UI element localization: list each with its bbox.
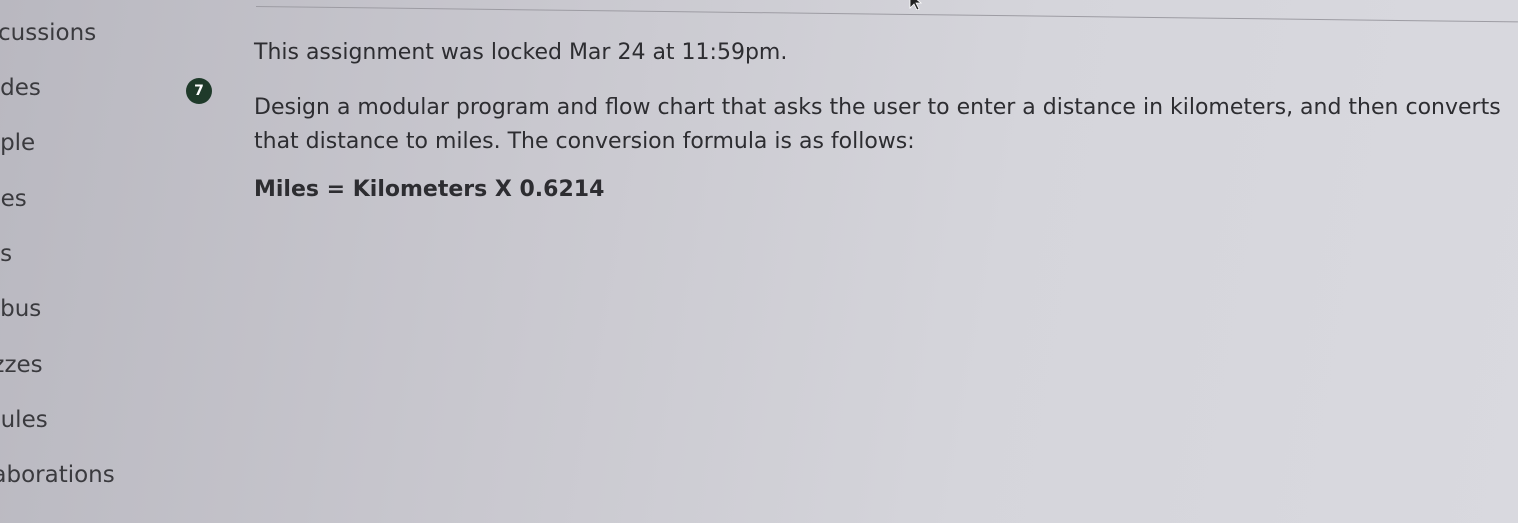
conversion-formula: Miles = Kilometers X 0.6214	[254, 177, 605, 202]
notification-badge[interactable]: 7	[186, 78, 212, 104]
nav-item-modules[interactable]: dules	[0, 407, 48, 433]
nav-item-collaborations[interactable]: laborations	[0, 462, 115, 488]
nav-item-files[interactable]: es	[0, 241, 12, 267]
nav-item-grades[interactable]: ades	[0, 75, 41, 101]
assignment-content: This assignment was locked Mar 24 at 11:…	[254, 40, 1504, 202]
nav-item-pages[interactable]: ges	[0, 186, 27, 212]
header-divider	[255, 6, 1518, 23]
locked-notice: This assignment was locked Mar 24 at 11:…	[254, 40, 788, 65]
nav-item-quizzes[interactable]: izzes	[0, 352, 43, 378]
course-navigation: scussions ades ople ges es abus izzes du…	[0, 0, 180, 523]
nav-item-people[interactable]: ople	[0, 130, 35, 156]
assignment-description: Design a modular program and flow chart …	[254, 95, 1501, 154]
mouse-pointer-icon	[909, 0, 922, 10]
nav-item-syllabus[interactable]: abus	[0, 296, 41, 322]
nav-item-discussions[interactable]: scussions	[0, 20, 96, 46]
